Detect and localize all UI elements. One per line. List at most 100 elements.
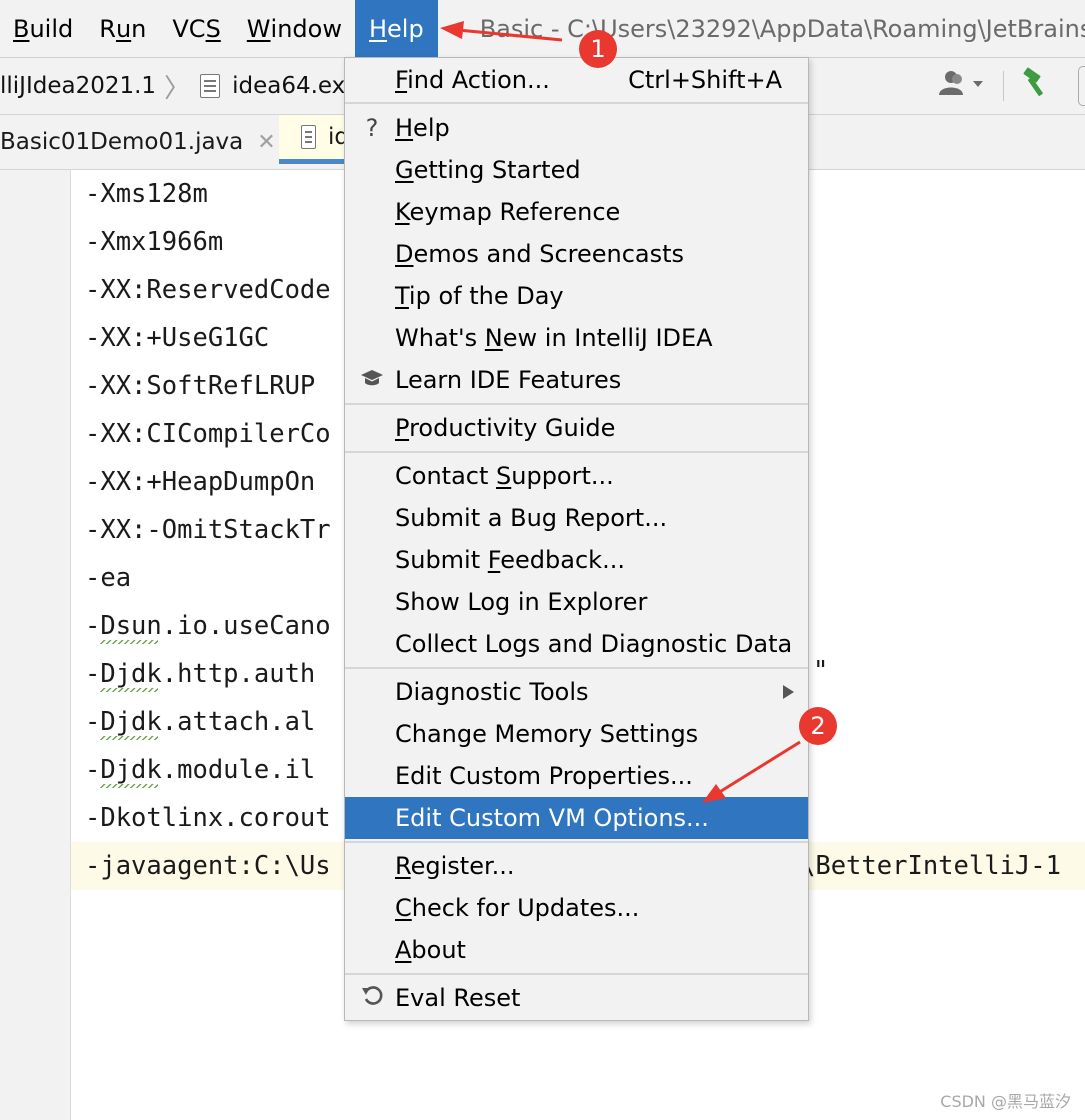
menu-item-label: Demos and Screencasts bbox=[395, 240, 684, 268]
label-part: ew in IntelliJ IDEA bbox=[502, 324, 713, 352]
question-mark-icon: ? bbox=[365, 114, 379, 142]
code-line: -Xmx1966m bbox=[85, 227, 224, 257]
menu-help[interactable]: Help bbox=[354, 0, 438, 57]
menu-separator bbox=[345, 451, 808, 453]
menu-item-keymap-reference[interactable]: Keymap Reference bbox=[345, 191, 808, 233]
menu-item-register[interactable]: Register... bbox=[345, 845, 808, 887]
label-part: Contact bbox=[395, 462, 497, 490]
menu-run[interactable]: Run bbox=[86, 0, 159, 57]
menu-item-collect-logs[interactable]: Collect Logs and Diagnostic Data bbox=[345, 623, 808, 665]
menu-item-edit-custom-vm-options[interactable]: Edit Custom VM Options... bbox=[345, 797, 808, 839]
label-part: ip of the Day bbox=[408, 282, 564, 310]
menu-item-label: Edit Custom Properties... bbox=[395, 762, 693, 790]
label-mnemonic: N bbox=[484, 324, 503, 352]
menu-item-check-for-updates[interactable]: Check for Updates... bbox=[345, 887, 808, 929]
menu-label: uild bbox=[29, 14, 74, 43]
menu-item-eval-reset[interactable]: Eval Reset bbox=[345, 977, 808, 1019]
menu-item-label: Submit a Bug Report... bbox=[395, 504, 668, 532]
menu-item-label: About bbox=[395, 936, 466, 964]
label-mnemonic: P bbox=[395, 414, 410, 442]
label-part: eymap Reference bbox=[409, 198, 621, 226]
user-account-icon[interactable] bbox=[937, 69, 985, 104]
menu-mnemonic: H bbox=[368, 14, 388, 43]
label-part: emos and Screencasts bbox=[413, 240, 685, 268]
menu-item-label: Edit Custom VM Options... bbox=[395, 804, 709, 832]
code-fragment: " bbox=[813, 656, 829, 686]
menu-label: n bbox=[131, 14, 147, 43]
menu-item-productivity-guide[interactable]: Productivity Guide bbox=[345, 407, 808, 449]
label-mnemonic: T bbox=[395, 282, 409, 310]
label-part: ind Action... bbox=[407, 66, 550, 94]
menu-item-whats-new[interactable]: What's New in IntelliJ IDEA bbox=[345, 317, 808, 359]
tab-idea64-vmoptions[interactable]: id bbox=[279, 115, 349, 164]
menu-item-label: Change Memory Settings bbox=[395, 720, 699, 748]
label-part: bout bbox=[411, 936, 466, 964]
label-part: Submit bbox=[395, 546, 488, 574]
code-line: -Dkotlinx.corout bbox=[85, 803, 331, 833]
menu-item-label: Find Action... bbox=[395, 66, 550, 94]
annotation-badge-2: 2 bbox=[799, 707, 837, 745]
menu-item-submit-bug-report[interactable]: Submit a Bug Report... bbox=[345, 497, 808, 539]
code-line: -XX:CICompilerCo bbox=[85, 419, 331, 449]
menu-window[interactable]: Window bbox=[234, 0, 355, 57]
label-part: heck for Updates... bbox=[411, 894, 640, 922]
menu-item-find-action[interactable]: Find Action... Ctrl+Shift+A bbox=[345, 59, 808, 101]
window-title: Basic - C:\Users\23292\AppData\Roaming\J… bbox=[479, 14, 1085, 43]
toolbar-overflow[interactable] bbox=[1078, 66, 1085, 106]
code-line: -XX:-OmitStackTr bbox=[85, 515, 331, 545]
menu-item-label: Diagnostic Tools bbox=[395, 678, 589, 706]
menu-item-contact-support[interactable]: Contact Support... bbox=[345, 455, 808, 497]
label-mnemonic: R bbox=[395, 852, 411, 880]
menu-item-label: Eval Reset bbox=[395, 984, 521, 1012]
code-line: -XX:SoftRefLRUP bbox=[85, 371, 316, 401]
close-icon[interactable]: ✕ bbox=[257, 130, 275, 155]
label-mnemonic: C bbox=[395, 894, 412, 922]
menu-item-label: Learn IDE Features bbox=[395, 366, 622, 394]
help-menu-dropdown: Find Action... Ctrl+Shift+A ? Help Getti… bbox=[344, 57, 809, 1021]
menu-build[interactable]: Build bbox=[0, 0, 86, 57]
menu-item-label: Productivity Guide bbox=[395, 414, 615, 442]
menu-separator bbox=[345, 667, 808, 669]
label-mnemonic: S bbox=[496, 462, 512, 490]
label-part: elp bbox=[413, 114, 450, 142]
menu-item-getting-started[interactable]: Getting Started bbox=[345, 149, 808, 191]
label-part: egister... bbox=[410, 852, 515, 880]
menu-mnemonic: S bbox=[205, 14, 221, 43]
menu-item-edit-custom-properties[interactable]: Edit Custom Properties... bbox=[345, 755, 808, 797]
label-mnemonic: K bbox=[395, 198, 410, 226]
submenu-arrow-icon bbox=[783, 685, 794, 699]
spell-check-underline bbox=[100, 688, 158, 692]
menu-item-label: Getting Started bbox=[395, 156, 581, 184]
code-line: -XX:ReservedCode bbox=[85, 275, 331, 305]
menu-item-learn-ide-features[interactable]: Learn IDE Features bbox=[345, 359, 808, 401]
menu-separator bbox=[345, 973, 808, 975]
code-line: -XX:+UseG1GC bbox=[85, 323, 270, 353]
label-mnemonic: G bbox=[395, 156, 414, 184]
menu-mnemonic: W bbox=[246, 14, 271, 43]
shortcut-label: Ctrl+Shift+A bbox=[628, 66, 782, 94]
label-part: roductivity Guide bbox=[409, 414, 616, 442]
breadcrumb-folder[interactable]: lliJIdea2021.1 bbox=[0, 73, 156, 99]
menu-item-demos-screencasts[interactable]: Demos and Screencasts bbox=[345, 233, 808, 275]
editor-gutter bbox=[0, 170, 71, 1120]
tab-label: Basic01Demo01.java bbox=[0, 129, 244, 155]
build-hammer-icon[interactable] bbox=[1018, 67, 1050, 106]
watermark: CSDN @黑马蓝汐 bbox=[940, 1092, 1071, 1111]
menu-vcs[interactable]: VC S bbox=[159, 0, 233, 57]
menu-item-about[interactable]: About bbox=[345, 929, 808, 971]
tab-basic01demo01[interactable]: Basic01Demo01.java ✕ bbox=[0, 115, 276, 169]
menu-item-label: Help bbox=[395, 114, 450, 142]
menu-item-label: Register... bbox=[395, 852, 515, 880]
label-part: eedback... bbox=[500, 546, 625, 574]
code-line: -XX:+HeapDumpOn bbox=[85, 467, 316, 497]
menu-item-diagnostic-tools[interactable]: Diagnostic Tools bbox=[345, 671, 808, 713]
menu-item-tip-of-the-day[interactable]: Tip of the Day bbox=[345, 275, 808, 317]
menu-item-change-memory[interactable]: Change Memory Settings bbox=[345, 713, 808, 755]
menu-label: R bbox=[99, 14, 116, 43]
menu-item-submit-feedback[interactable]: Submit Feedback... bbox=[345, 539, 808, 581]
menu-item-help[interactable]: ? Help bbox=[345, 107, 808, 149]
file-icon bbox=[301, 125, 316, 149]
spell-check-underline bbox=[100, 784, 158, 788]
menu-item-label: Submit Feedback... bbox=[395, 546, 625, 574]
menu-item-show-log[interactable]: Show Log in Explorer bbox=[345, 581, 808, 623]
